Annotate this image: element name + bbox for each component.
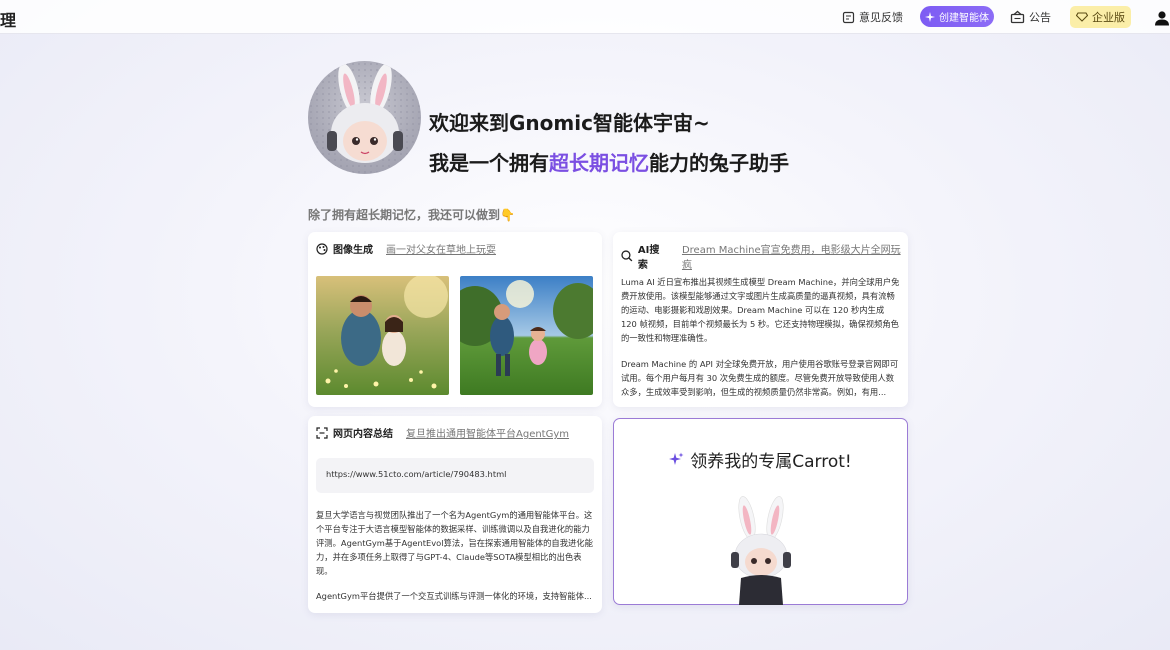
feedback-icon <box>842 11 855 23</box>
user-account-button[interactable] <box>1154 8 1170 28</box>
summary-url-field[interactable]: https://www.51cto.com/article/790483.htm… <box>316 458 594 493</box>
sparkle-icon <box>669 452 684 465</box>
hero-subtitle-prefix: 我是一个拥有 <box>429 151 549 175</box>
web-summary-paragraph-2: AgentGym平台提供了一个交互式训练与评测一体化的环境，支持智能体... <box>316 591 592 601</box>
app-logo[interactable]: 理 <box>0 7 16 31</box>
web-summary-example-link[interactable]: 复旦推出通用智能体平台AgentGym <box>406 425 569 440</box>
ai-search-card[interactable]: AI搜索 Dream Machine官宣免费用，电影级大片全网玩疯 Luma A… <box>613 232 908 407</box>
adopt-carrot-title: 领养我的专属Carrot! <box>690 452 852 472</box>
image-generation-card[interactable]: 图像生成 画一对父女在草地上玩耍 <box>308 232 602 407</box>
top-bar: 理 意见反馈 创建智能体 公告 企业版 <box>0 0 1170 34</box>
rabbit-avatar <box>308 61 421 174</box>
father-daughter-photo-1 <box>316 276 449 395</box>
web-summary-header: 网页内容总结 复旦推出通用智能体平台AgentGym <box>316 425 569 440</box>
hero-subtitle: 我是一个拥有超长期记忆能力的兔子助手 <box>429 147 789 176</box>
web-summary-paragraph-1: 复旦大学语言与视觉团队推出了一个名为AgentGym的通用智能体平台。这个平台专… <box>316 510 593 576</box>
generated-image-1[interactable] <box>316 276 449 395</box>
adopt-carrot-card[interactable]: 领养我的专属Carrot! <box>613 418 908 605</box>
ai-search-example-link[interactable]: Dream Machine官宣免费用，电影级大片全网玩疯 <box>682 241 908 271</box>
image-generation-header: 图像生成 画一对父女在草地上玩耍 <box>316 241 496 256</box>
web-summary-title: 网页内容总结 <box>333 429 393 440</box>
image-generation-title: 图像生成 <box>333 245 373 256</box>
feedback-button[interactable]: 意见反馈 <box>842 7 903 27</box>
rabbit-mascot-image <box>308 61 421 174</box>
ai-search-result-paragraph-2: Dream Machine 的 API 对全球免费开放，用户使用谷歌账号登录官网… <box>621 359 899 397</box>
rabbit-mascot-image <box>731 496 791 605</box>
enterprise-label: 企业版 <box>1092 11 1125 24</box>
scan-icon <box>316 426 328 439</box>
hero-subtitle-accent: 超长期记忆 <box>549 151 649 175</box>
diamond-icon <box>1076 12 1088 22</box>
ai-search-result-paragraph-1: Luma AI 近日宣布推出其视频生成模型 Dream Machine，并向全球… <box>621 277 900 343</box>
capabilities-subheading: 除了拥有超长期记忆，我还可以做到👇 <box>308 208 515 222</box>
create-agent-label: 创建智能体 <box>939 13 989 24</box>
palette-icon <box>316 242 328 255</box>
hero-welcome-title: 欢迎来到Gnomic智能体宇宙~ <box>429 111 710 135</box>
notice-icon <box>1010 10 1025 24</box>
notice-button[interactable]: 公告 <box>1010 7 1051 27</box>
generated-image-2[interactable] <box>460 276 593 395</box>
adopt-carrot-heading: 领养我的专属Carrot! <box>614 447 907 472</box>
user-icon <box>1155 11 1169 26</box>
father-daughter-photo-2 <box>460 276 593 395</box>
create-agent-button[interactable]: 创建智能体 <box>920 6 994 27</box>
ai-search-title: AI搜索 <box>637 245 660 271</box>
feedback-label: 意见反馈 <box>859 11 903 24</box>
ai-search-header: AI搜索 Dream Machine官宣免费用，电影级大片全网玩疯 <box>621 241 908 271</box>
search-icon <box>621 250 633 262</box>
sparkle-icon <box>925 11 935 22</box>
hero-subtitle-suffix: 能力的兔子助手 <box>649 151 789 175</box>
notice-label: 公告 <box>1029 11 1051 24</box>
web-summary-card[interactable]: 网页内容总结 复旦推出通用智能体平台AgentGym https://www.5… <box>308 416 602 613</box>
enterprise-button[interactable]: 企业版 <box>1070 6 1131 28</box>
image-generation-example-link[interactable]: 画一对父女在草地上玩耍 <box>386 241 496 256</box>
